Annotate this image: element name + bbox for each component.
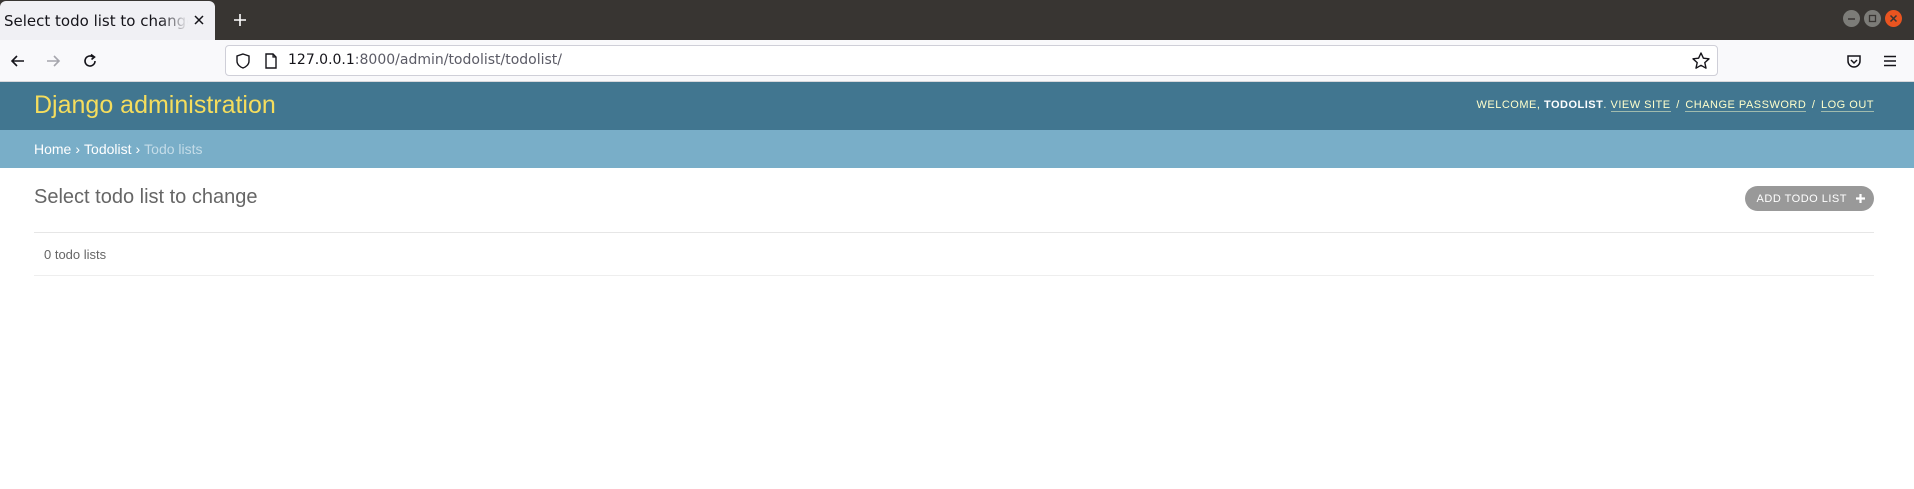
- reload-icon[interactable]: [78, 49, 102, 73]
- pocket-icon[interactable]: [1842, 49, 1866, 73]
- new-tab-icon[interactable]: [228, 8, 252, 32]
- breadcrumb: Home › Todolist › Todo lists: [0, 130, 1914, 168]
- tab-title: Select todo list to change | Django site…: [4, 11, 188, 30]
- breadcrumb-current: Todo lists: [144, 141, 203, 157]
- log-out-link[interactable]: Log out: [1820, 99, 1874, 112]
- user-tools-separator: /: [1676, 99, 1680, 111]
- url-path: :8000/admin/todolist/todolist/: [354, 52, 563, 68]
- back-icon[interactable]: [6, 49, 30, 73]
- browser-tab-strip: Select todo list to change | Django site…: [0, 0, 1914, 40]
- result-count: 0 todo lists: [34, 232, 1874, 276]
- window-close-icon[interactable]: [1885, 10, 1902, 27]
- tracking-shield-icon[interactable]: [234, 52, 252, 70]
- username: todolist: [1543, 99, 1604, 111]
- user-tools: Welcome, todolist. View site / Change pa…: [1476, 99, 1874, 112]
- admin-header: Django administration Welcome, todolist.…: [0, 82, 1914, 130]
- url-host: 127.0.0.1: [288, 52, 355, 68]
- url-text[interactable]: 127.0.0.1:8000/admin/todolist/todolist/: [288, 52, 562, 68]
- breadcrumb-home[interactable]: Home: [34, 141, 71, 157]
- breadcrumb-separator: ›: [135, 141, 141, 157]
- browser-toolbar: 127.0.0.1:8000/admin/todolist/todolist/: [0, 40, 1914, 82]
- menu-icon[interactable]: [1878, 49, 1902, 73]
- site-branding[interactable]: Django administration: [34, 91, 276, 120]
- add-button-label: Add todo list: [1756, 192, 1847, 205]
- address-bar[interactable]: 127.0.0.1:8000/admin/todolist/todolist/: [225, 45, 1718, 76]
- user-tools-separator: /: [1811, 99, 1816, 111]
- welcome-text: Welcome,: [1476, 99, 1541, 111]
- page-title: Select todo list to change: [34, 186, 258, 208]
- change-password-link[interactable]: Change password: [1685, 99, 1807, 112]
- minimize-icon[interactable]: [1843, 10, 1860, 27]
- view-site-link[interactable]: View site: [1610, 99, 1671, 112]
- maximize-icon[interactable]: [1864, 10, 1881, 27]
- page-info-icon[interactable]: [262, 52, 280, 70]
- bookmark-star-icon[interactable]: [1691, 51, 1711, 71]
- forward-icon[interactable]: [41, 49, 65, 73]
- add-todo-list-button[interactable]: Add todo list: [1744, 186, 1874, 211]
- welcome-period: .: [1603, 99, 1607, 111]
- browser-tab[interactable]: Select todo list to change | Django site…: [0, 1, 215, 40]
- breadcrumb-app[interactable]: Todolist: [84, 141, 131, 157]
- plus-icon: [1856, 194, 1865, 203]
- result-count-text: 0 todo lists: [44, 246, 107, 262]
- window-controls: [1843, 10, 1902, 27]
- tab-close-icon[interactable]: [189, 10, 209, 30]
- breadcrumb-separator: ›: [75, 141, 81, 157]
